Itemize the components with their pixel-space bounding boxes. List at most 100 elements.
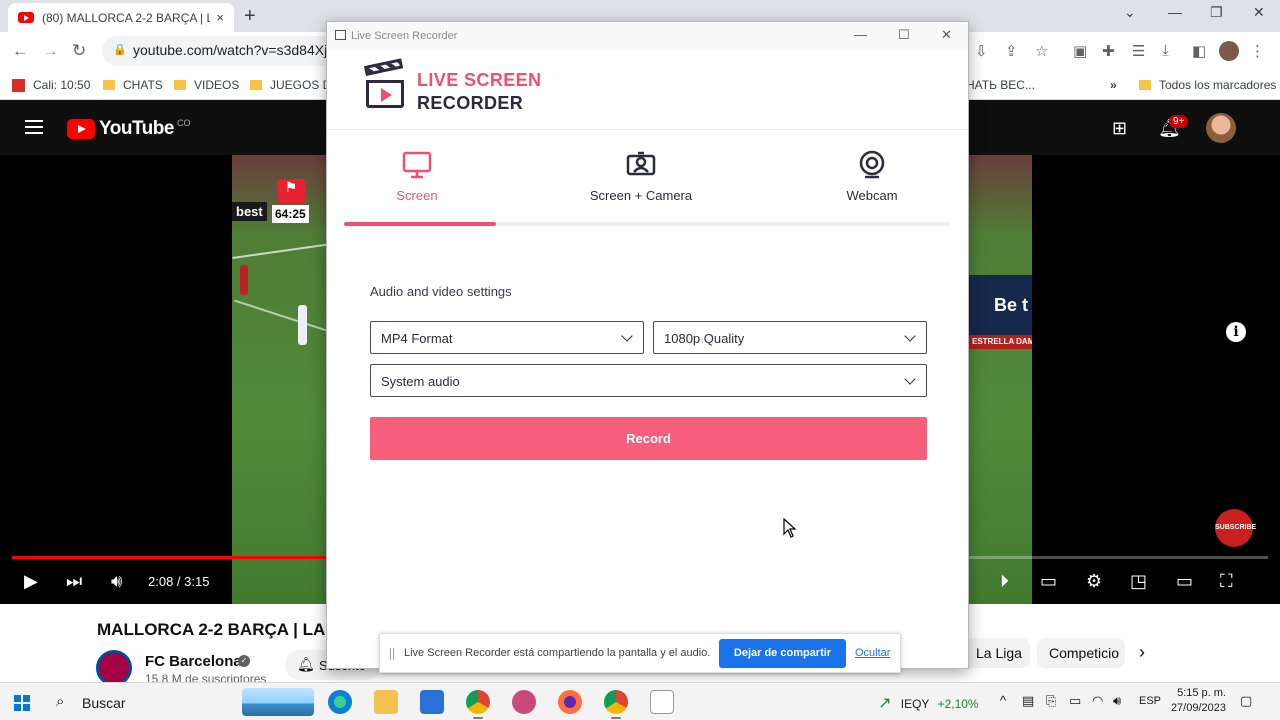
create-video-icon[interactable]: ⊞ (1112, 118, 1127, 139)
extensions-puzzle-icon[interactable]: ✚ (1102, 42, 1115, 60)
volume-icon[interactable]: 🔊︎ (111, 571, 122, 592)
windows-start-icon[interactable] (14, 695, 30, 711)
mode-tab-webcam[interactable]: Webcam (782, 130, 962, 220)
tab-title: (80) MALLORCA 2-2 BARÇA | LALIGA (42, 10, 211, 25)
firefox-icon[interactable] (558, 690, 582, 714)
tab-close-icon[interactable]: × (216, 10, 224, 25)
media-control-icon[interactable]: ☰ (1132, 42, 1145, 60)
restore-window-icon[interactable]: ❐ (1210, 4, 1223, 21)
back-arrow-icon[interactable]: ← (12, 41, 29, 61)
bookmark-item-0[interactable]: Cali: 10:50 (12, 78, 90, 92)
minimize-window-icon[interactable]: — (1168, 4, 1182, 20)
notifications-icon[interactable]: ▢ (1240, 693, 1252, 709)
profile-avatar[interactable] (1219, 41, 1239, 61)
mode-indicator-track (344, 222, 951, 226)
bookmark-item-4[interactable]: НАТЬ ВЕС... (966, 78, 1035, 92)
clapper-top (363, 58, 404, 76)
folder-icon (250, 80, 262, 90)
mode-tab-screen-camera[interactable]: Screen + Camera (551, 130, 731, 220)
recorder-maximize-icon[interactable]: ☐ (898, 27, 910, 43)
reload-icon[interactable]: ↻ (72, 41, 86, 61)
system-clock[interactable]: 5:15 p. m. 27/09/2023 (1170, 686, 1226, 716)
battery-icon[interactable]: ▭ (1069, 693, 1081, 709)
folder-icon (1139, 80, 1151, 90)
screen-sharing-bar: Live Screen Recorder está compartiendo l… (379, 633, 901, 673)
format-select[interactable]: MP4 Format (370, 321, 644, 354)
audio-source-select[interactable]: System audio (370, 364, 927, 397)
chrome-profile-icon[interactable] (604, 690, 628, 719)
bookmark-label: Cali: 10:50 (33, 78, 91, 92)
bookmark-folder-chats[interactable]: CHATS (103, 78, 163, 92)
record-button[interactable]: Record (370, 417, 927, 460)
chip-laliga[interactable]: La Liga (964, 638, 1030, 668)
close-window-icon[interactable]: ✕ (1253, 4, 1265, 21)
stop-sharing-button[interactable]: Dejar de compartir (719, 639, 846, 668)
fullscreen-icon[interactable]: ⛶ (1220, 571, 1233, 592)
mode-tab-screen[interactable]: Screen (327, 130, 507, 220)
taskbar-search-box[interactable]: ⌕ Buscar (44, 686, 314, 718)
browser-tab-youtube[interactable]: (80) MALLORCA 2-2 BARÇA | LALIGA × (8, 3, 234, 32)
side-panel-icon[interactable]: ◧ (1192, 42, 1206, 60)
audio-select-value: System audio (381, 374, 460, 389)
sharing-message: Live Screen Recorder está compartiendo l… (404, 647, 711, 659)
language-indicator[interactable]: ESP (1139, 695, 1161, 707)
info-icon[interactable]: i (1226, 322, 1246, 342)
volume-tray-icon[interactable]: 🔊︎ (1113, 693, 1121, 709)
new-tab-button[interactable]: + (244, 5, 256, 28)
notepad-icon[interactable] (650, 690, 674, 714)
youtube-favicon-icon (18, 12, 34, 23)
folder-icon (103, 80, 115, 90)
recorder-app-icon[interactable] (512, 690, 536, 714)
chip-competicion[interactable]: Competicio (1037, 638, 1125, 668)
mode-label-screen: Screen (396, 188, 438, 203)
subscribe-watermark[interactable]: SUBSCRIBE (1215, 509, 1256, 547)
subtitles-icon[interactable]: ▭ (1040, 571, 1057, 592)
downloads-icon[interactable]: ⤓ (1162, 42, 1169, 59)
url-text: youtube.com/watch?v=s3d84Xjx0 (133, 42, 342, 58)
channel-name[interactable]: FC Barcelona (145, 653, 242, 670)
drag-handle-icon[interactable] (390, 648, 394, 660)
meet-now-icon[interactable]: ▤ (1022, 693, 1034, 709)
bookmark-folder-videos[interactable]: VIDEOS (174, 78, 239, 92)
chrome-icon[interactable] (466, 690, 490, 719)
install-app-icon[interactable]: ⇩ (975, 42, 988, 60)
logo-text-line1: LIVE SCREEN (417, 70, 542, 90)
bell-icon: 🔔︎ (297, 656, 315, 672)
edge-browser-icon[interactable] (328, 690, 352, 714)
calendar-icon (12, 78, 25, 92)
youtube-logo[interactable]: YouTube CO (67, 118, 190, 140)
lock-icon: 🔒 (113, 44, 127, 56)
quality-select[interactable]: 1080p Quality (653, 321, 927, 354)
extension-app-icon[interactable]: ▣ (1073, 42, 1087, 60)
recorder-close-icon[interactable]: ✕ (941, 27, 952, 43)
wifi-icon[interactable]: ◠ (1092, 693, 1103, 709)
stock-ticker-widget[interactable]: ↗ IEQY +2,10% (878, 693, 979, 713)
monitor-icon (402, 151, 432, 179)
file-explorer-icon[interactable] (374, 690, 398, 714)
chrome-menu-icon[interactable]: ⋮ (1250, 42, 1265, 60)
next-video-icon[interactable]: ⏭ (66, 571, 82, 592)
microsoft-store-icon[interactable] (420, 690, 444, 714)
tab-search-icon[interactable]: ⌄ (1124, 4, 1136, 21)
bookmark-folder-all[interactable]: Todos los marcadores (1139, 78, 1276, 92)
bookmark-star-icon[interactable]: ☆ (1035, 42, 1048, 60)
channel-avatar[interactable] (96, 650, 132, 686)
bookmarks-overflow-icon[interactable]: » (1110, 78, 1117, 92)
recorder-minimize-icon[interactable]: — (854, 27, 867, 42)
show-hidden-icons-icon[interactable]: ^ (1000, 693, 1006, 708)
miniplayer-icon[interactable]: ◳ (1130, 571, 1147, 592)
settings-gear-icon[interactable]: ⚙ (1086, 571, 1102, 592)
chevron-right-icon[interactable]: › (1139, 642, 1145, 663)
play-icon[interactable]: ▶ (24, 571, 38, 592)
address-bar[interactable]: 🔒 youtube.com/watch?v=s3d84Xjx0 (102, 36, 342, 66)
share-icon[interactable]: ⇪ (1005, 42, 1018, 60)
theater-mode-icon[interactable]: ▭ (1176, 571, 1193, 592)
hide-sharing-bar-link[interactable]: Ocultar (855, 647, 890, 659)
forward-arrow-icon[interactable]: → (42, 41, 59, 61)
usb-icon[interactable]: ⎘ (1046, 693, 1056, 709)
chevron-down-icon (621, 330, 633, 342)
user-avatar[interactable] (1206, 113, 1236, 143)
autoplay-toggle-icon[interactable]: ⏵ (1000, 571, 1009, 592)
menu-icon[interactable] (25, 120, 43, 134)
chevron-down-icon (904, 330, 916, 342)
